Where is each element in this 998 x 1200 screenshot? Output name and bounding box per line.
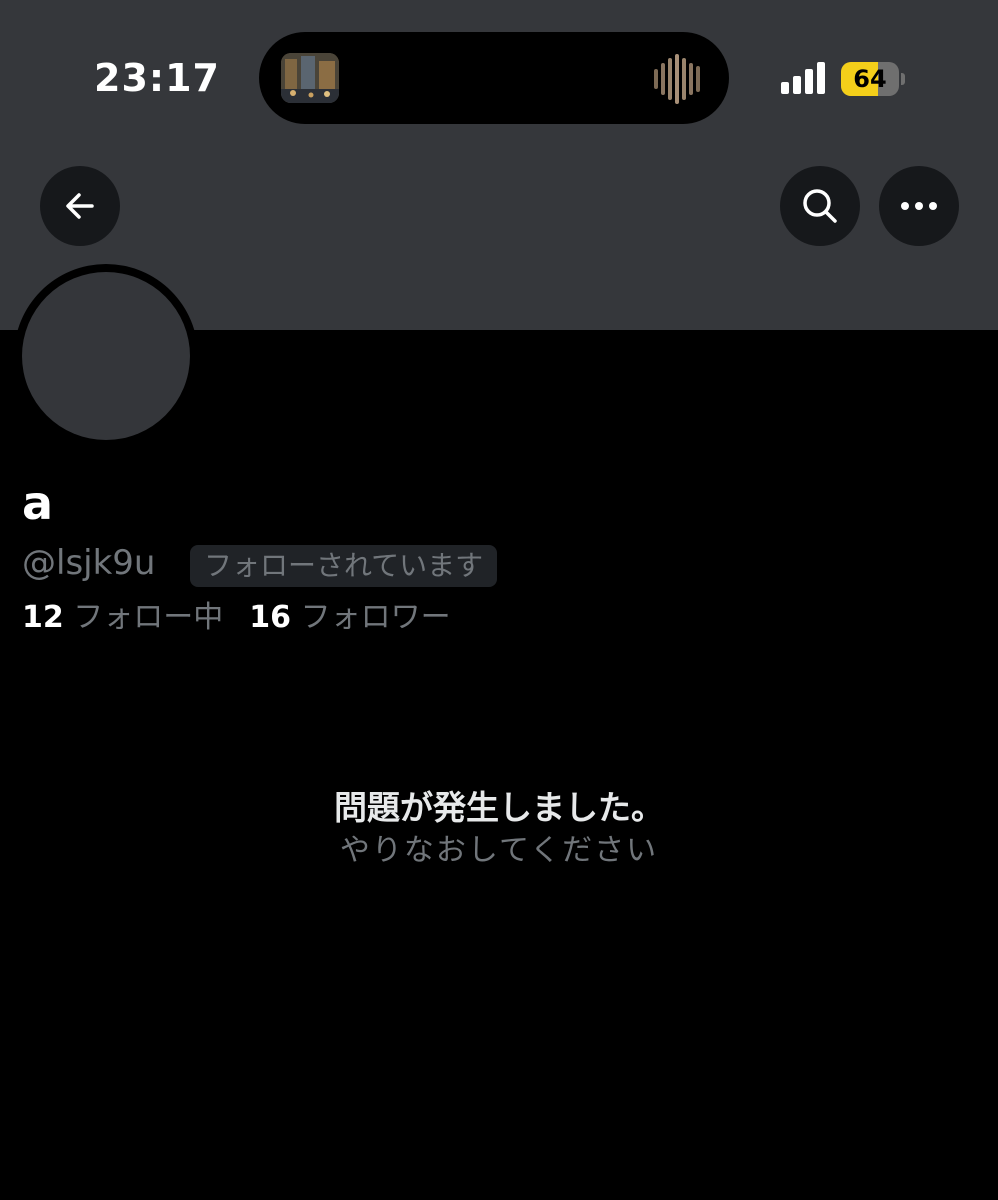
error-title: 問題が発生しました。 — [334, 788, 664, 827]
cellular-signal-icon — [781, 62, 827, 94]
album-artwork-icon[interactable] — [281, 53, 339, 103]
profile-display-name: a — [22, 476, 54, 530]
following-label: フォロー中 — [73, 600, 224, 635]
follow-stats: 12 フォロー中 16 フォロワー — [22, 597, 451, 639]
avatar[interactable] — [22, 272, 190, 440]
search-icon — [803, 189, 837, 223]
dynamic-island[interactable] — [259, 32, 729, 124]
more-horizontal-icon — [901, 202, 937, 210]
profile-handle: @lsjk9u — [22, 543, 156, 583]
battery-indicator: 64 — [841, 62, 905, 96]
followers-link[interactable]: 16 フォロワー — [249, 600, 450, 635]
follows-you-badge: フォローされています — [190, 545, 498, 587]
status-bar-time: 23:17 — [94, 56, 220, 100]
followers-label: フォロワー — [300, 600, 451, 635]
battery-body: 64 — [841, 62, 899, 96]
error-message: 問題が発生しました。 やりなおしてください — [0, 786, 998, 872]
audio-waveform-icon — [653, 54, 705, 104]
search-button[interactable] — [780, 166, 860, 246]
following-count: 12 — [22, 600, 64, 635]
retry-link[interactable]: やりなおしてください — [0, 830, 998, 872]
following-link[interactable]: 12 フォロー中 — [22, 600, 223, 635]
more-options-button[interactable] — [879, 166, 959, 246]
arrow-left-icon — [66, 193, 94, 219]
followers-count: 16 — [249, 600, 292, 635]
back-button[interactable] — [40, 166, 120, 246]
avatar-ring — [14, 264, 198, 448]
battery-level-text: 64 — [853, 65, 887, 93]
battery-cap — [901, 73, 905, 85]
